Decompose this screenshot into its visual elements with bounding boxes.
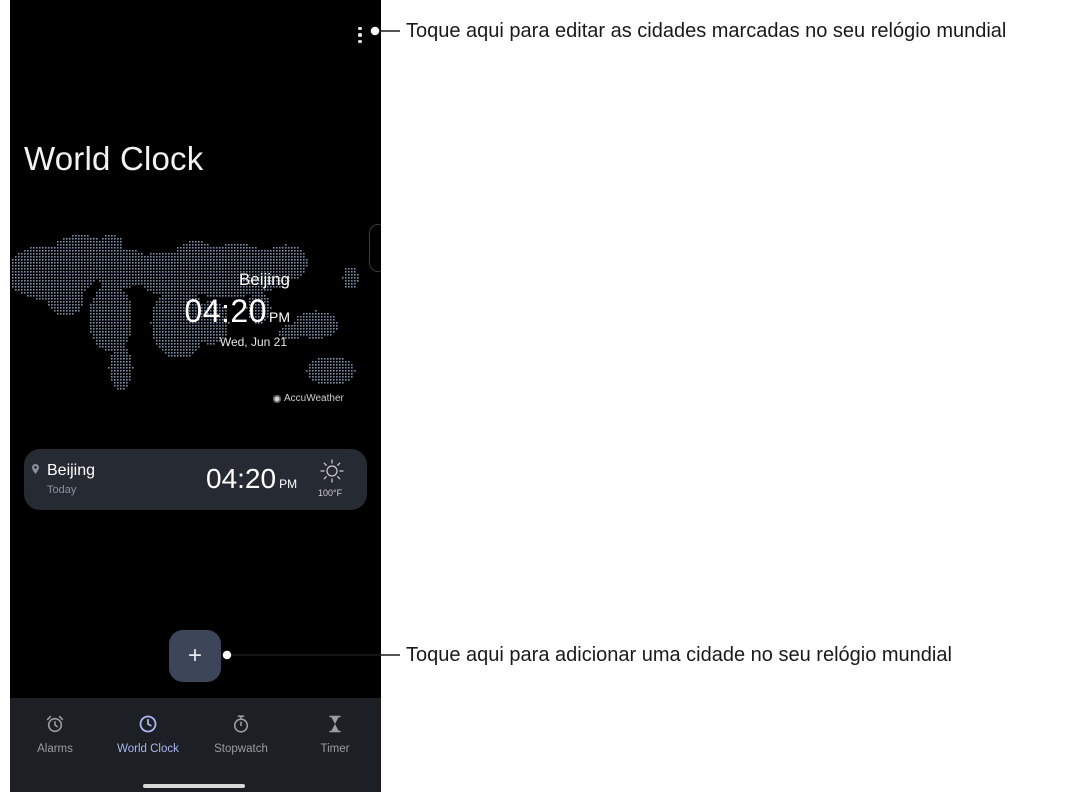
callout-dot-menu	[369, 25, 381, 37]
callout-lines	[221, 25, 400, 661]
callout-menu-text: Toque aqui para editar as cidades marcad…	[406, 20, 1007, 42]
callout-add-text: Toque aqui para adicionar uma cidade no …	[406, 644, 952, 666]
callout-dot-add	[221, 649, 233, 661]
